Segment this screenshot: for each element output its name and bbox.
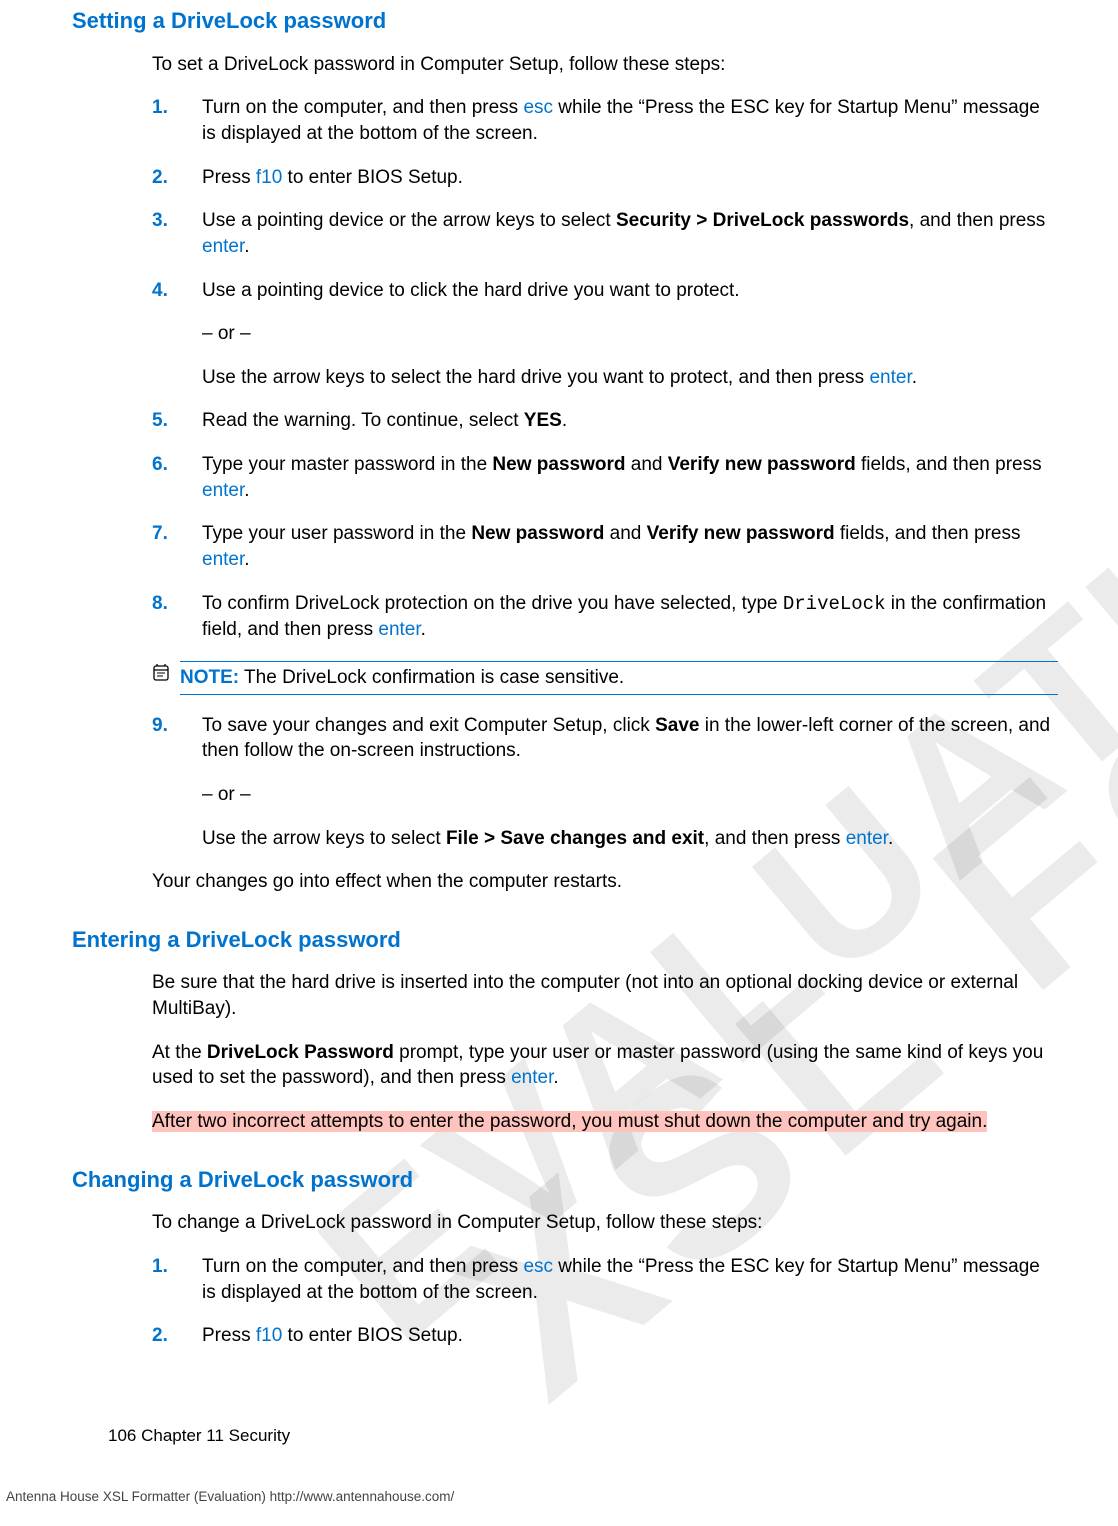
- step-9: 9. To save your changes and exit Compute…: [152, 713, 1058, 852]
- step-2: 2. Press f10 to enter BIOS Setup.: [152, 1323, 1058, 1349]
- key-enter: enter: [202, 549, 244, 570]
- step-number: 6.: [152, 452, 202, 503]
- step-number: 1.: [152, 1254, 202, 1305]
- step-4: 4. Use a pointing device to click the ha…: [152, 278, 1058, 391]
- step-text: Press f10 to enter BIOS Setup.: [202, 165, 1058, 191]
- body-text: At the DriveLock Password prompt, type y…: [152, 1040, 1058, 1091]
- step-text: To save your changes and exit Computer S…: [202, 713, 1058, 764]
- step-7: 7. Type your user password in the New pa…: [152, 521, 1058, 572]
- step-text: Read the warning. To continue, select YE…: [202, 408, 1058, 434]
- step-6: 6. Type your master password in the New …: [152, 452, 1058, 503]
- heading-changing-drivelock: Changing a DriveLock password: [72, 1165, 1058, 1195]
- key-esc: esc: [523, 97, 553, 118]
- key-enter: enter: [869, 367, 911, 388]
- step-5: 5. Read the warning. To continue, select…: [152, 408, 1058, 434]
- key-enter: enter: [378, 619, 420, 640]
- step-number: 8.: [152, 591, 202, 643]
- intro-text: To change a DriveLock password in Comput…: [152, 1210, 1058, 1236]
- key-enter: enter: [846, 828, 888, 849]
- key-f10: f10: [256, 167, 282, 188]
- step-number: 7.: [152, 521, 202, 572]
- step-text: Turn on the computer, and then press esc…: [202, 95, 1058, 146]
- step-text: Turn on the computer, and then press esc…: [202, 1254, 1058, 1305]
- step-1: 1. Turn on the computer, and then press …: [152, 95, 1058, 146]
- highlighted-text: After two incorrect attempts to enter th…: [152, 1109, 1058, 1135]
- step-2: 2. Press f10 to enter BIOS Setup.: [152, 165, 1058, 191]
- heading-setting-drivelock: Setting a DriveLock password: [72, 6, 1058, 36]
- step-text: To confirm DriveLock protection on the d…: [202, 591, 1058, 643]
- note-text: The DriveLock confirmation is case sensi…: [239, 667, 624, 688]
- key-enter: enter: [511, 1067, 553, 1088]
- note-label: NOTE:: [180, 667, 239, 688]
- step-or: – or –: [202, 321, 1058, 347]
- note-content: NOTE: The DriveLock confirmation is case…: [180, 661, 1058, 695]
- intro-text: To set a DriveLock password in Computer …: [152, 52, 1058, 78]
- step-number: 2.: [152, 165, 202, 191]
- step-text: Use the arrow keys to select File > Save…: [202, 826, 1058, 852]
- step-number: 9.: [152, 713, 202, 852]
- steps-list-cont: 9. To save your changes and exit Compute…: [152, 713, 1058, 852]
- steps-list-3: 1. Turn on the computer, and then press …: [152, 1254, 1058, 1349]
- formatter-credit: Antenna House XSL Formatter (Evaluation)…: [6, 1488, 454, 1506]
- page-footer: 106 Chapter 11 Security: [108, 1425, 290, 1448]
- page-number: 106: [108, 1426, 136, 1445]
- step-text: Use the arrow keys to select the hard dr…: [202, 365, 1058, 391]
- step-number: 4.: [152, 278, 202, 391]
- key-esc: esc: [523, 1256, 553, 1277]
- step-or: – or –: [202, 782, 1058, 808]
- step-text: Use a pointing device or the arrow keys …: [202, 208, 1058, 259]
- step-number: 1.: [152, 95, 202, 146]
- step-text: Press f10 to enter BIOS Setup.: [202, 1323, 1058, 1349]
- chapter-label: Chapter 11 Security: [136, 1426, 290, 1445]
- page-content: Setting a DriveLock password To set a Dr…: [108, 6, 1058, 1349]
- step-text: Type your user password in the New passw…: [202, 521, 1058, 572]
- note-icon: [152, 663, 172, 690]
- steps-list: 1. Turn on the computer, and then press …: [152, 95, 1058, 643]
- step-text: Use a pointing device to click the hard …: [202, 278, 1058, 304]
- key-f10: f10: [256, 1325, 282, 1346]
- note-block: NOTE: The DriveLock confirmation is case…: [152, 661, 1058, 695]
- key-enter: enter: [202, 236, 244, 257]
- key-enter: enter: [202, 480, 244, 501]
- step-3: 3. Use a pointing device or the arrow ke…: [152, 208, 1058, 259]
- closing-text: Your changes go into effect when the com…: [152, 869, 1058, 895]
- body-text: Be sure that the hard drive is inserted …: [152, 970, 1058, 1021]
- heading-entering-drivelock: Entering a DriveLock password: [72, 925, 1058, 955]
- step-number: 2.: [152, 1323, 202, 1349]
- step-number: 5.: [152, 408, 202, 434]
- step-text: Type your master password in the New pas…: [202, 452, 1058, 503]
- step-number: 3.: [152, 208, 202, 259]
- step-1: 1. Turn on the computer, and then press …: [152, 1254, 1058, 1305]
- mono-text: DriveLock: [783, 593, 886, 615]
- step-8: 8. To confirm DriveLock protection on th…: [152, 591, 1058, 643]
